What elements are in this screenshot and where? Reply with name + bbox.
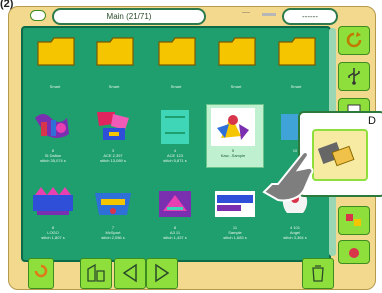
- folder-title-bar: Main (21/71): [52, 8, 206, 25]
- folder-icon: [37, 37, 75, 66]
- embroidery-thumbnail: [211, 108, 255, 146]
- folder-caption: Smart: [170, 84, 182, 89]
- usb-icon: [348, 68, 360, 85]
- arrow-left-icon: [122, 263, 137, 283]
- home-icon: [34, 264, 48, 278]
- embroidery-thumbnail: [31, 185, 75, 223]
- design-item[interactable]: 8 A3 11 stitch 1,437 s: [146, 185, 202, 251]
- design-stitches: stitch 1,807 s: [41, 235, 65, 240]
- design-stitches: stitch 5,871 s: [163, 158, 187, 163]
- embroidery-thumbnail: [153, 185, 197, 223]
- folder-up-button[interactable]: [80, 258, 112, 289]
- design-stitches: stitch 1,437 s: [163, 235, 187, 240]
- embroidery-thumbnail: [153, 108, 197, 146]
- folder-caption: Smart: [108, 84, 120, 89]
- design-item[interactable]: 11 Sample stitch 1,683 s: [206, 185, 262, 251]
- folder-icon: [158, 37, 196, 66]
- design-item[interactable]: 4 ACE 123 stitch 5,871 s: [146, 108, 202, 174]
- design-stitches: stitch 35,074 s: [40, 158, 66, 163]
- refresh-icon: [346, 32, 362, 48]
- design-stitches: stitch 3,364 s: [283, 235, 307, 240]
- page-dots: [262, 13, 276, 16]
- color-icon: [349, 248, 359, 258]
- delete-button[interactable]: [302, 258, 334, 289]
- color-button[interactable]: [338, 240, 370, 264]
- embroidery-thumbnail: [91, 185, 135, 223]
- pointing-hand-icon: [262, 151, 314, 202]
- folder-item[interactable]: Smart: [148, 36, 204, 96]
- design-stitches: stitch 2,056 s: [101, 235, 125, 240]
- folder-caption: Smart: [49, 84, 61, 89]
- folder-item[interactable]: Smart: [208, 36, 264, 96]
- design-item[interactable]: 8 St Dalton stitch 35,074 s: [24, 108, 80, 174]
- design-item[interactable]: 3 ACE 2,397 stitch 13,089 s: [84, 108, 140, 174]
- folder-icon: [218, 37, 256, 66]
- design-item[interactable]: 7 McSport stitch 2,056 s: [84, 185, 140, 251]
- folder-title: Main (21/71): [106, 12, 152, 21]
- embroidery-thumbnail: [213, 185, 257, 223]
- edit-button[interactable]: [338, 206, 370, 235]
- design-stitches: stitch 1,683 s: [223, 235, 247, 240]
- usb-button[interactable]: [338, 62, 370, 91]
- trash-icon: [312, 265, 324, 282]
- folder-item[interactable]: Smart: [86, 36, 142, 96]
- folder-icon: [278, 37, 316, 66]
- arrow-right-icon: [155, 263, 170, 283]
- home-icon[interactable]: [30, 10, 46, 21]
- next-page-button[interactable]: [146, 258, 178, 289]
- design-name: Kaw...Sample: [220, 153, 246, 158]
- memory-button-label: ------: [302, 12, 318, 21]
- callout-label: D: [368, 115, 376, 127]
- refresh-button[interactable]: [338, 26, 370, 55]
- folder-caption: Smart: [230, 84, 242, 89]
- design-item-selected[interactable]: 5 Kaw...Sample: [204, 104, 264, 174]
- previous-page-button[interactable]: [114, 258, 146, 289]
- embroidery-thumbnail: [91, 108, 135, 146]
- folder-caption: Smart: [290, 84, 302, 89]
- edit-icon: [346, 214, 361, 226]
- embroidery-thumbnail: [31, 108, 75, 146]
- folder-item[interactable]: Smart: [27, 36, 83, 96]
- folder-up-icon: [87, 263, 105, 282]
- design-stitches: stitch 13,089 s: [100, 158, 126, 163]
- memory-button[interactable]: ------: [282, 8, 338, 25]
- design-item[interactable]: 8 LOGO stitch 1,807 s: [24, 185, 80, 251]
- folder-item[interactable]: Smart: [268, 36, 324, 96]
- status-indicator: ----: [242, 10, 250, 16]
- folder-icon: [96, 37, 134, 66]
- home-button[interactable]: [28, 258, 54, 289]
